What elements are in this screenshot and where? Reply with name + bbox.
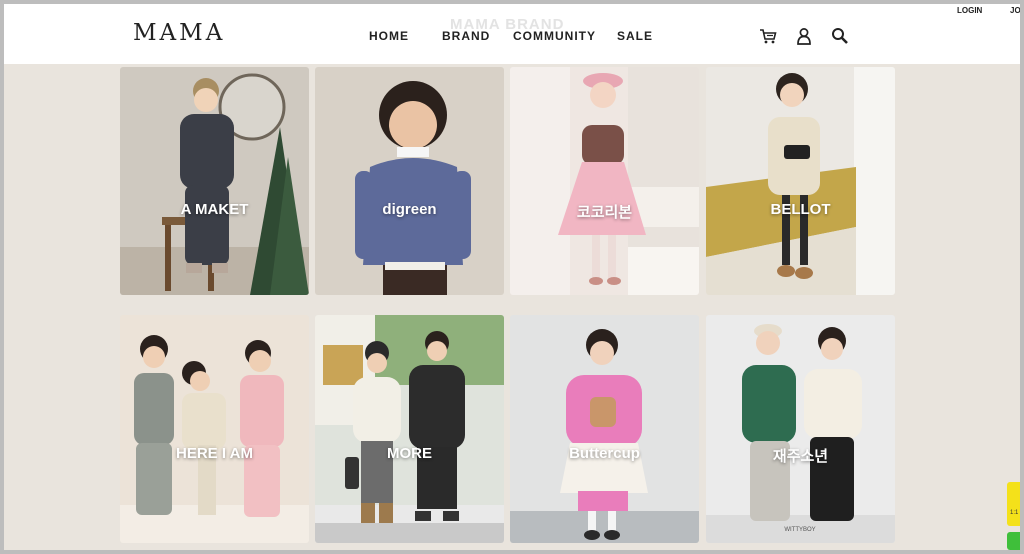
join-link[interactable]: JO xyxy=(1010,6,1021,15)
brand-photo xyxy=(315,67,504,295)
nav-home[interactable]: HOME xyxy=(369,29,409,43)
brand-photo xyxy=(510,67,699,295)
brand-label: Buttercup xyxy=(569,445,640,462)
brand-label: HERE I AM xyxy=(176,445,253,462)
nav-community[interactable]: COMMUNITY xyxy=(513,29,596,43)
brand-label: 재주소년 xyxy=(772,448,829,465)
site-logo[interactable]: MAMA xyxy=(133,20,225,46)
brand-card-a-maket[interactable]: A MAKET xyxy=(120,67,309,295)
brand-label: 코코리본 xyxy=(576,204,633,221)
brand-photo xyxy=(510,315,699,543)
brand-photo xyxy=(706,67,895,295)
brand-label: MORE xyxy=(387,445,432,462)
brand-photo: WITTYBOY xyxy=(706,315,895,543)
brand-photo xyxy=(120,315,309,543)
brand-card-here-i-am[interactable]: HERE I AM xyxy=(120,315,309,543)
chat-status-tab[interactable] xyxy=(1007,532,1020,550)
search-icon[interactable] xyxy=(830,26,850,46)
chat-widget-tab[interactable]: 1:1 xyxy=(1007,482,1020,526)
nav-sale[interactable]: SALE xyxy=(617,29,653,43)
brand-label: A MAKET xyxy=(180,201,249,218)
brand-card-bellot[interactable]: BELLOT xyxy=(706,67,895,295)
login-link[interactable]: LOGIN xyxy=(957,6,982,15)
brand-card-more[interactable]: MORE xyxy=(315,315,504,543)
brand-card-digreen[interactable]: digreen xyxy=(315,67,504,295)
brand-label: BELLOT xyxy=(770,201,831,218)
chat-widget-label: 1:1 xyxy=(1010,510,1019,516)
watermark: WITTYBOY xyxy=(784,527,815,533)
brand-photo xyxy=(120,67,309,295)
nav-brand[interactable]: BRAND xyxy=(442,29,490,43)
brand-label: digreen xyxy=(382,201,437,218)
site-header: MAMA MAMA BRAND HOME BRAND COMMUNITY SAL… xyxy=(4,4,1021,64)
brand-card-cocoribbon[interactable]: 코코리본 xyxy=(510,67,699,295)
brand-photo xyxy=(315,315,504,543)
brand-card-buttercup[interactable]: Buttercup xyxy=(510,315,699,543)
cart-icon[interactable] xyxy=(758,26,778,46)
brand-card-jaejusonyeon[interactable]: WITTYBOY 재주소년 xyxy=(706,315,895,543)
user-icon[interactable] xyxy=(794,26,814,46)
